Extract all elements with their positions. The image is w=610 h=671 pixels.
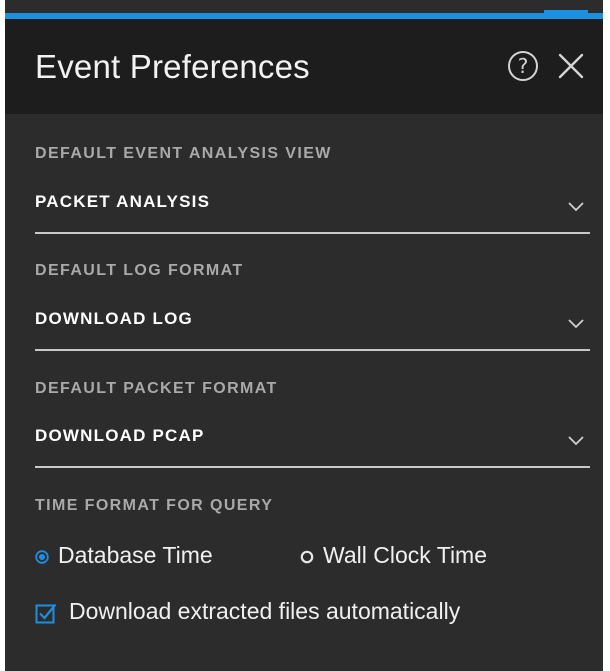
packet-format-value: DOWNLOAD PCAP	[35, 426, 205, 445]
event-analysis-view-label: DEFAULT EVENT ANALYSIS VIEW	[35, 145, 332, 162]
radio-database-time[interactable]: Database Time	[35, 540, 275, 574]
packet-format-label: DEFAULT PACKET FORMAT	[35, 380, 278, 397]
log-format-value: DOWNLOAD LOG	[35, 309, 193, 328]
packet-format-select[interactable]: DOWNLOAD PCAP	[35, 416, 590, 468]
chevron-down-icon	[568, 436, 584, 446]
auto-download-label: Download extracted files automatically	[69, 598, 461, 624]
log-format-label: DEFAULT LOG FORMAT	[35, 262, 244, 279]
event-analysis-view-value: PACKET ANALYSIS	[35, 192, 211, 211]
radio-selected-icon	[35, 550, 49, 564]
accent-bar-tab	[544, 10, 588, 19]
checkbox-checked-icon[interactable]	[35, 602, 57, 624]
chevron-down-icon	[568, 319, 584, 329]
close-icon[interactable]	[555, 50, 587, 82]
auto-download-checkbox-row[interactable]: Download extracted files automatically	[35, 596, 605, 630]
radio-wall-clock-time[interactable]: Wall Clock Time	[300, 540, 590, 574]
panel-title: Event Preferences	[35, 48, 310, 85]
time-format-radio-group: Database Time Wall Clock Time	[35, 540, 595, 574]
radio-database-time-label: Database Time	[58, 542, 213, 568]
panel-header: Event Preferences ?	[5, 19, 603, 114]
time-format-label: TIME FORMAT FOR QUERY	[35, 497, 274, 514]
event-analysis-view-select[interactable]: PACKET ANALYSIS	[35, 182, 590, 234]
radio-unselected-icon	[300, 550, 314, 564]
question-circle-icon[interactable]: ?	[508, 51, 538, 81]
event-preferences-panel: Event Preferences ? DEFAULT EVENT ANALYS…	[5, 0, 603, 671]
log-format-select[interactable]: DOWNLOAD LOG	[35, 299, 590, 351]
chevron-down-icon	[568, 202, 584, 212]
radio-wall-clock-time-label: Wall Clock Time	[323, 542, 487, 568]
